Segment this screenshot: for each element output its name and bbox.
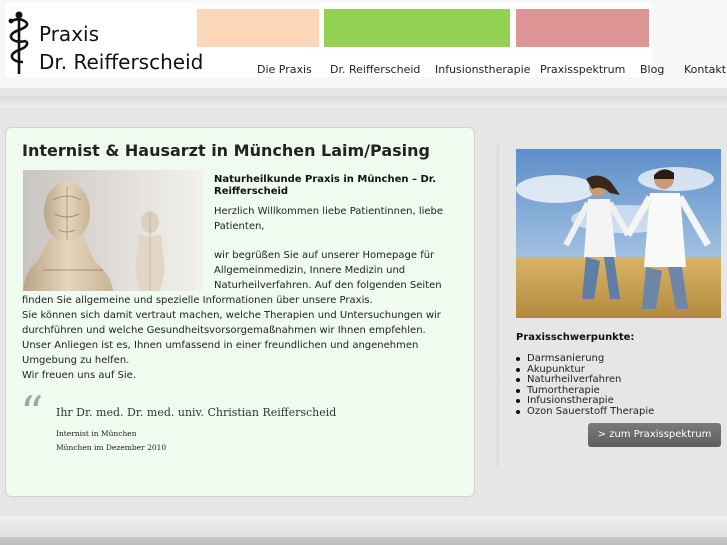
site-header: Praxis Dr. Reifferscheid Die Praxis Dr. … (0, 0, 727, 88)
main-content-box: Internist & Hausarzt in München Laim/Pas… (5, 127, 475, 497)
nav-item-praxisspektrum[interactable]: Praxisspektrum (540, 63, 625, 76)
greeting-text: Herzlich Willkommen liebe Patientinnen, … (214, 206, 444, 232)
sidebar-heading: Praxisschwerpunkte: (516, 332, 635, 343)
intro-paragraph: wir begrüßen Sie auf unserer Homepage fü… (214, 250, 442, 291)
nav-item-dr-reifferscheid[interactable]: Dr. Reifferscheid (330, 63, 420, 76)
signature-name: Ihr Dr. med. Dr. med. univ. Christian Re… (56, 406, 337, 419)
praxisspektrum-button[interactable]: > zum Praxisspektrum (588, 423, 721, 447)
bullet-icon (516, 357, 520, 361)
bullet-icon (516, 378, 520, 382)
nav-item-blog[interactable]: Blog (640, 63, 664, 76)
paragraph-line: Unser Anliegen ist es, Ihnen umfassend i… (22, 340, 419, 366)
paragraph-line: Sie können sich damit vertraut machen, w… (22, 310, 441, 336)
header-color-block-green (324, 9, 510, 47)
bullet-icon (516, 399, 520, 403)
list-item: Ozon Sauerstoff Therapie (516, 406, 716, 418)
signature-role: Internist in München (56, 429, 137, 438)
column-divider (497, 142, 502, 467)
header-color-block-rose (516, 9, 649, 47)
nav-item-die-praxis[interactable]: Die Praxis (257, 63, 312, 76)
header-color-block-peach (197, 9, 319, 47)
paragraph-line: finden Sie allgemeine und spezielle Info… (22, 295, 373, 306)
nav-item-kontakt[interactable]: Kontakt (684, 63, 726, 76)
bullet-icon (516, 367, 520, 372)
focus-list: Darmsanierung Akupunktur Naturheilverfah… (516, 353, 716, 418)
header-separator (0, 96, 727, 108)
bullet-icon (516, 388, 520, 393)
intro-heading: Naturheilkunde Praxis in München – Dr. R… (214, 174, 437, 197)
paragraph-line: Wir freuen uns auf Sie. (22, 370, 136, 381)
quote-icon: “ (20, 386, 44, 440)
footer-bar (0, 537, 727, 545)
intro-paragraph-continued: finden Sie allgemeine und spezielle Info… (22, 293, 462, 383)
signature-date: München im Dezember 2010 (56, 443, 167, 452)
page-title: Internist & Hausarzt in München Laim/Pas… (22, 141, 430, 160)
main-navigation: Die Praxis Dr. Reifferscheid Infusionsth… (0, 63, 727, 83)
logo-text-praxis: Praxis (39, 22, 99, 46)
couple-running-image (516, 149, 721, 318)
acupuncture-model-image (23, 170, 203, 291)
bullet-icon (516, 409, 520, 414)
nav-item-infusionstherapie[interactable]: Infusionstherapie (435, 63, 530, 76)
